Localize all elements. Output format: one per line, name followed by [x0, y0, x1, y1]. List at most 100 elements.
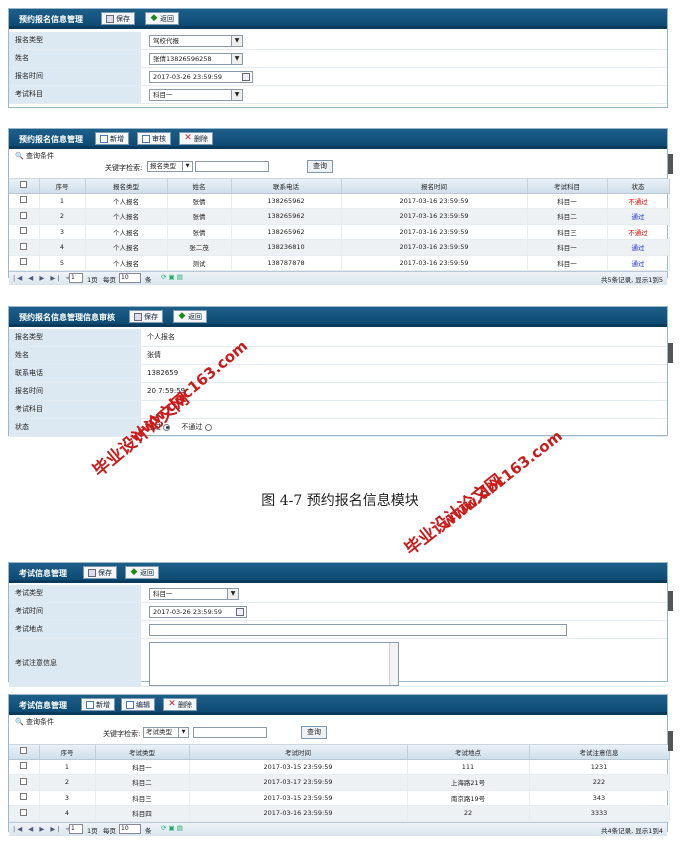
row-checkbox[interactable]	[9, 255, 40, 271]
table-cell: 2017-03-15 23:59:59	[189, 759, 408, 775]
add-button[interactable]: 新增	[95, 132, 129, 145]
row-checkbox[interactable]	[9, 224, 40, 240]
name-select[interactable]: 张倩13826596258	[149, 53, 243, 65]
row-checkbox[interactable]	[9, 774, 40, 791]
row-checkbox[interactable]	[9, 790, 40, 806]
row-checkbox[interactable]	[9, 805, 40, 822]
keyword-field-select[interactable]: 报名类型	[147, 161, 193, 172]
row-checkbox[interactable]	[9, 759, 40, 775]
delete-button[interactable]: ✕ 删除	[179, 132, 213, 145]
fail-radio[interactable]	[204, 423, 212, 431]
add-button[interactable]: 新增	[81, 698, 115, 711]
select-all-checkbox[interactable]	[9, 745, 40, 760]
table-cell: 科目三	[527, 224, 608, 240]
refresh-icon[interactable]: ⟳ ▣ ▤	[161, 273, 183, 281]
table-row[interactable]: 3 科目三 2017-03-15 23:59:59 南京路19号 343	[9, 790, 670, 806]
edit-button[interactable]: 编辑	[121, 698, 155, 711]
scrollbar-thumb[interactable]	[668, 591, 673, 611]
exam-notice-textarea[interactable]	[149, 642, 399, 686]
panel-title: 预约报名信息管理信息审核	[19, 313, 115, 322]
keyword-label: 关键字检索:	[105, 164, 143, 172]
form-row-name: 姓名 张倩13826596258	[9, 50, 667, 68]
add-icon	[100, 134, 108, 143]
column-header[interactable]: 姓名	[167, 179, 232, 194]
table-row[interactable]: 2 科目二 2017-03-17 23:59:59 上海路21号 222	[9, 774, 670, 791]
fail-option-label: 不通过	[181, 423, 203, 431]
table-row[interactable]: 1 科目一 2017-03-15 23:59:59 111 1231	[9, 759, 670, 775]
table-header-row: 序号 报名类型 姓名 联系电话 报名时间 考试科目 状态	[9, 179, 670, 194]
refresh-icon[interactable]: ⟳ ▣ ▤	[161, 824, 183, 832]
delete-x-icon: ✕	[184, 132, 192, 143]
column-header[interactable]: 报名时间	[341, 179, 528, 194]
scrollbar-thumb[interactable]	[668, 343, 673, 363]
keyword-input[interactable]	[195, 161, 269, 172]
row-checkbox[interactable]	[9, 193, 40, 209]
audit-button[interactable]: 审核	[137, 132, 171, 145]
signup-audit-panel: 预约报名信息管理信息审核 保存 ◆ 返回 报名类型 个人报名 姓名 张倩 联系电…	[8, 306, 673, 437]
page-size-select[interactable]: 10	[119, 273, 141, 283]
column-header[interactable]: 序号	[39, 179, 86, 194]
table-row[interactable]: 3 个人报名 张倩 138265962 2017-03-16 23:59:59 …	[9, 224, 670, 240]
save-button[interactable]: 保存	[129, 310, 163, 323]
column-header[interactable]: 考试科目	[527, 179, 608, 194]
table-row[interactable]: 4 个人报名 张二茂 138236810 2017-03-16 23:59:59…	[9, 239, 670, 256]
exam-edit-panel: 考试信息管理 保存 ◆ 返回 考试类型 科目一 考试时间 2017-03-26 …	[8, 562, 673, 687]
table-cell: 2017-03-17 23:59:59	[189, 774, 408, 791]
keyword-input[interactable]	[193, 727, 267, 738]
scrollbar-thumb[interactable]	[668, 731, 673, 751]
form-row-exam-time: 考试时间 2017-03-26 23:59:59	[9, 603, 667, 621]
subject-select[interactable]: 科目一	[149, 89, 243, 101]
pager-nav-icons[interactable]: |◀ ◀ ▶ ▶| ➜	[13, 274, 73, 282]
signup-type-select[interactable]: 驾校代报	[149, 35, 243, 47]
table-row[interactable]: 2 个人报名 张倩 138265962 2017-03-16 23:59:59 …	[9, 208, 670, 225]
table-cell: 个人报名	[85, 193, 168, 209]
table-cell: 2	[39, 208, 86, 225]
table-cell: 138787878	[231, 255, 342, 271]
column-header[interactable]: 考试地点	[407, 745, 530, 760]
calendar-icon[interactable]	[242, 73, 250, 81]
field-label: 考试注意信息	[9, 639, 141, 686]
query-button[interactable]: 查询	[307, 160, 333, 173]
column-header[interactable]: 考试注意信息	[529, 745, 670, 760]
save-button[interactable]: 保存	[83, 566, 117, 579]
record-info: 共4条记录, 显示1到4	[600, 826, 663, 835]
table-row[interactable]: 5 个人报名 测试 138787878 2017-03-16 23:59:59 …	[9, 255, 670, 271]
field-label: 联系电话	[9, 365, 141, 382]
select-all-checkbox[interactable]	[9, 179, 40, 194]
column-header[interactable]: 联系电话	[231, 179, 342, 194]
row-checkbox[interactable]	[9, 239, 40, 256]
table-cell: 上海路21号	[407, 774, 530, 791]
column-header[interactable]: 考试类型	[95, 745, 190, 760]
query-button[interactable]: 查询	[301, 726, 327, 739]
table-cell: 3	[39, 790, 96, 806]
page-number-input[interactable]: 1	[69, 273, 83, 283]
exam-time-input[interactable]: 2017-03-26 23:59:59	[149, 606, 247, 618]
field-value: 1382659	[147, 369, 179, 377]
back-button[interactable]: ◆ 返回	[173, 310, 207, 323]
save-button[interactable]: 保存	[101, 12, 135, 25]
exam-time-value: 2017-03-26 23:59:59	[153, 608, 223, 616]
table-row[interactable]: 1 个人报名 张倩 138265962 2017-03-16 23:59:59 …	[9, 193, 670, 209]
scrollbar-thumb[interactable]	[668, 154, 673, 174]
field-label: 考试科目	[9, 86, 141, 103]
pager-nav-icons[interactable]: |◀ ◀ ▶ ▶| ➜	[13, 825, 73, 833]
column-header[interactable]: 状态	[607, 179, 670, 194]
page-size-select[interactable]: 10	[119, 823, 141, 834]
per-page-unit: 条	[145, 826, 152, 835]
exam-place-input[interactable]	[149, 624, 567, 636]
signup-time-input[interactable]: 2017-03-26 23:59:59	[149, 71, 253, 83]
page-number-input[interactable]: 1	[69, 823, 83, 834]
keyword-field-select[interactable]: 考试类型	[143, 727, 189, 738]
row-checkbox[interactable]	[9, 208, 40, 225]
table-cell: 张倩	[167, 208, 232, 225]
calendar-icon[interactable]	[236, 608, 244, 616]
table-row[interactable]: 4 科目四 2017-03-16 23:59:59 22 3333	[9, 805, 670, 822]
table-cell: 张二茂	[167, 239, 232, 256]
exam-type-select[interactable]: 科目一	[149, 588, 239, 600]
column-header[interactable]: 报名类型	[85, 179, 168, 194]
delete-button[interactable]: ✕ 删除	[163, 698, 197, 711]
back-button[interactable]: ◆ 返回	[145, 12, 179, 25]
back-button[interactable]: ◆ 返回	[125, 566, 159, 579]
column-header[interactable]: 序号	[39, 745, 96, 760]
column-header[interactable]: 考试时间	[189, 745, 408, 760]
